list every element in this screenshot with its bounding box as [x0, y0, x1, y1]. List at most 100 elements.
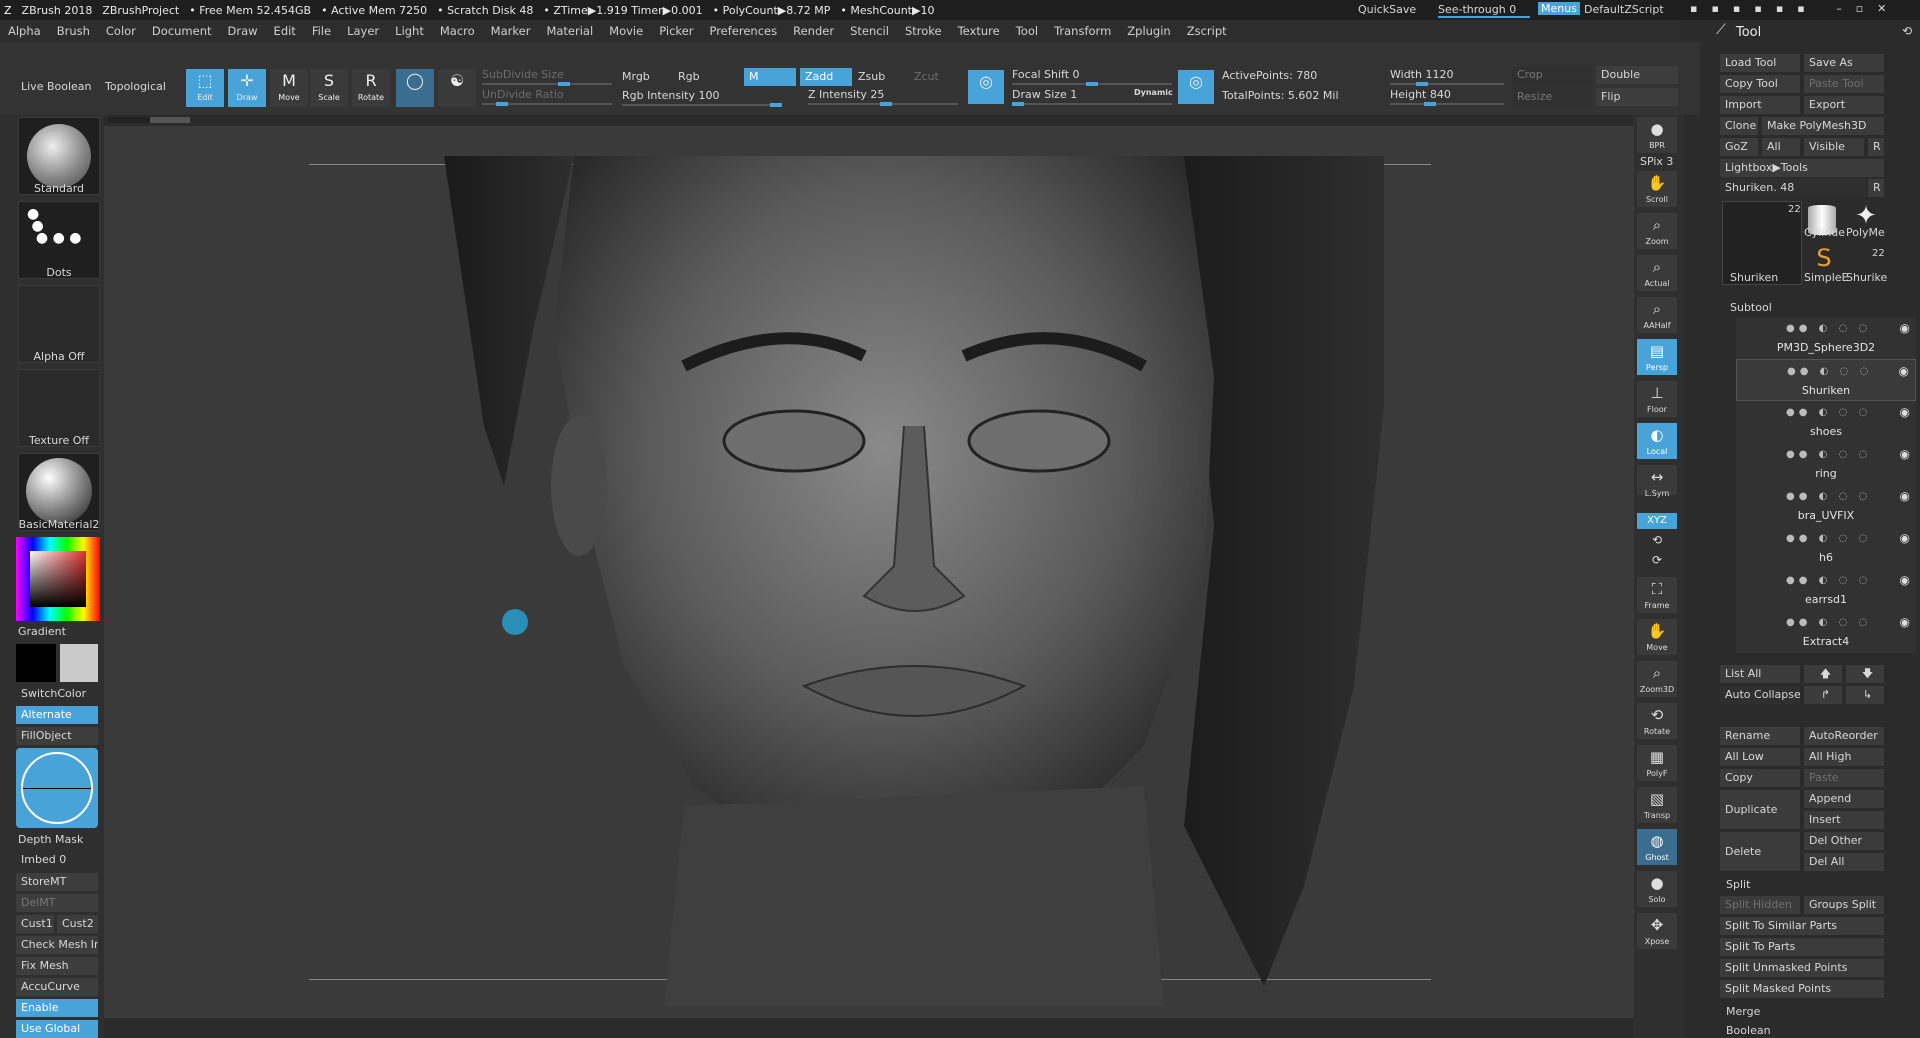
- flip-button[interactable]: Flip: [1596, 88, 1678, 106]
- menu-material[interactable]: Material: [538, 24, 601, 38]
- del-other-button[interactable]: Del Other: [1804, 832, 1884, 850]
- mrgb-button[interactable]: Mrgb: [622, 70, 650, 83]
- subtool-toggles-icon[interactable]: ●● ◐ ◌ ◌: [1786, 575, 1871, 586]
- subtool-toggles-icon[interactable]: ●● ◐ ◌ ◌: [1786, 407, 1871, 418]
- persp-button[interactable]: ▤ Persp: [1637, 339, 1677, 375]
- paste-subtool-button[interactable]: Paste: [1804, 769, 1884, 787]
- split-to-parts-button[interactable]: Split To Parts: [1720, 938, 1884, 956]
- rgb-button[interactable]: Rgb: [678, 70, 700, 83]
- eye-icon[interactable]: ◉: [1900, 615, 1910, 629]
- subtool-item[interactable]: ●● ◐ ◌ ◌ ◉ Extract4: [1736, 611, 1916, 653]
- rgb-intensity-slider[interactable]: Rgb Intensity 100: [622, 89, 719, 102]
- cust1-button[interactable]: Cust1: [16, 915, 54, 933]
- alternate-button[interactable]: Alternate: [16, 706, 98, 724]
- subtool-item[interactable]: ●● ◐ ◌ ◌ ◉ PM3D_Sphere3D2: [1736, 317, 1916, 359]
- yin-yang-button[interactable]: ☯: [438, 69, 476, 107]
- dynamic-button[interactable]: Dynamic: [1134, 88, 1173, 97]
- split-similar-button[interactable]: Split To Similar Parts: [1720, 917, 1884, 935]
- merge-header[interactable]: Merge: [1726, 1005, 1760, 1018]
- xpose-button[interactable]: ✥ Xpose: [1637, 913, 1677, 949]
- topological-button[interactable]: Topological: [105, 80, 166, 93]
- goz-all-button[interactable]: All: [1762, 138, 1800, 156]
- projection-toggle-button[interactable]: ◎: [1178, 70, 1214, 104]
- subtool-toggles-icon[interactable]: ●● ◐ ◌ ◌: [1786, 617, 1871, 628]
- subtool-toggles-icon[interactable]: ●● ◐ ◌ ◌: [1786, 491, 1871, 502]
- menu-alpha[interactable]: Alpha: [0, 24, 49, 38]
- split-header[interactable]: Split: [1726, 878, 1750, 891]
- subtool-item[interactable]: ●● ◐ ◌ ◌ ◉ shoes: [1736, 401, 1916, 443]
- autoreorder-button[interactable]: AutoReorder: [1804, 727, 1884, 745]
- append-button[interactable]: Append: [1804, 790, 1884, 808]
- import-button[interactable]: Import: [1720, 96, 1800, 114]
- zadd-button[interactable]: Zadd: [800, 68, 852, 86]
- groups-split-button[interactable]: Groups Split: [1804, 896, 1884, 914]
- all-low-button[interactable]: All Low: [1720, 748, 1800, 766]
- menu-layer[interactable]: Layer: [339, 24, 387, 38]
- menu-brush[interactable]: Brush: [49, 24, 98, 38]
- canvas-scroll-thumb[interactable]: [150, 117, 190, 123]
- split-masked-button[interactable]: Split Masked Points: [1720, 980, 1884, 998]
- save-as-button[interactable]: Save As: [1804, 54, 1884, 72]
- rotate-z-icon[interactable]: ⟳: [1637, 553, 1677, 569]
- copy-subtool-button[interactable]: Copy: [1720, 769, 1800, 787]
- use-global-button[interactable]: Use Global: [16, 1020, 98, 1038]
- menu-tool[interactable]: Tool: [1008, 24, 1046, 38]
- clone-button[interactable]: Clone: [1720, 117, 1758, 135]
- menu-draw[interactable]: Draw: [220, 24, 266, 38]
- sculpt-viewport-render[interactable]: [104, 126, 1634, 1018]
- eye-icon[interactable]: ◉: [1900, 573, 1910, 587]
- list-all-button[interactable]: List All: [1720, 665, 1800, 683]
- aahalf-button[interactable]: ⌕ AAHalf: [1637, 297, 1677, 333]
- subtool-header[interactable]: Subtool: [1730, 301, 1772, 314]
- scale-button[interactable]: S Scale: [310, 69, 348, 107]
- tool-title[interactable]: Tool: [1736, 25, 1761, 40]
- focal-toggle-button[interactable]: ◎: [968, 70, 1004, 104]
- goz-r-button[interactable]: R: [1868, 138, 1884, 156]
- lightbox-tools-button[interactable]: Lightbox▶Tools: [1720, 159, 1884, 177]
- menu-edit[interactable]: Edit: [266, 24, 304, 38]
- rotate-button[interactable]: R Rotate: [352, 69, 390, 107]
- del-mt-button[interactable]: DelMT: [16, 894, 98, 912]
- undivide-ratio-slider[interactable]: UnDivide Ratio: [482, 88, 564, 101]
- focal-shift-track[interactable]: [1012, 82, 1172, 86]
- sculptris-button[interactable]: ◯: [396, 69, 434, 107]
- copy-tool-button[interactable]: Copy Tool: [1720, 75, 1800, 93]
- make-polymesh-button[interactable]: Make PolyMesh3D: [1762, 117, 1884, 135]
- load-tool-button[interactable]: Load Tool: [1720, 54, 1800, 72]
- polyf-button[interactable]: ▦ PolyF: [1637, 745, 1677, 781]
- store-mt-button[interactable]: StoreMT: [16, 873, 98, 891]
- solo-button[interactable]: ● Solo: [1637, 871, 1677, 907]
- fix-mesh-button[interactable]: Fix Mesh: [16, 957, 98, 975]
- spix-slider[interactable]: SPix 3: [1640, 155, 1673, 168]
- draw-size-slider[interactable]: Draw Size 1: [1012, 88, 1077, 101]
- accucurve-button[interactable]: AccuCurve: [16, 978, 98, 996]
- move-view-button[interactable]: ✋ Move: [1637, 619, 1677, 655]
- edit-button[interactable]: ⬚ Edit: [186, 69, 224, 107]
- menu-render[interactable]: Render: [785, 24, 842, 38]
- menus-toggle[interactable]: Menus: [1538, 2, 1580, 15]
- split-hidden-button[interactable]: Split Hidden: [1720, 896, 1800, 914]
- document-canvas[interactable]: [104, 126, 1634, 1018]
- menu-texture[interactable]: Texture: [950, 24, 1008, 38]
- menu-document[interactable]: Document: [144, 24, 220, 38]
- subdivide-size-track[interactable]: [482, 82, 612, 86]
- menu-zplugin[interactable]: Zplugin: [1119, 24, 1178, 38]
- secondary-color-swatch[interactable]: [60, 644, 98, 682]
- live-boolean-button[interactable]: Live Boolean: [21, 80, 92, 93]
- tool-palette-pin-icon[interactable]: ⟋: [1716, 22, 1726, 38]
- eye-icon[interactable]: ◉: [1899, 364, 1909, 378]
- focal-shift-slider[interactable]: Focal Shift 0: [1012, 68, 1080, 81]
- width-track[interactable]: [1390, 82, 1504, 86]
- frame-button[interactable]: ⛶ Frame: [1637, 577, 1677, 613]
- menu-zscript[interactable]: Zscript: [1179, 24, 1235, 38]
- see-through-slider[interactable]: See-through 0: [1438, 3, 1530, 18]
- menu-movie[interactable]: Movie: [601, 24, 651, 38]
- quicksave-button[interactable]: QuickSave: [1358, 3, 1416, 16]
- transp-button[interactable]: ▧ Transp: [1637, 787, 1677, 823]
- ghost-button[interactable]: ◍ Ghost: [1637, 829, 1677, 865]
- move-down-button[interactable]: 🡇: [1846, 665, 1884, 683]
- eye-icon[interactable]: ◉: [1900, 447, 1910, 461]
- eye-icon[interactable]: ◉: [1900, 405, 1910, 419]
- menu-light[interactable]: Light: [387, 24, 432, 38]
- insert-button[interactable]: Insert: [1804, 811, 1884, 829]
